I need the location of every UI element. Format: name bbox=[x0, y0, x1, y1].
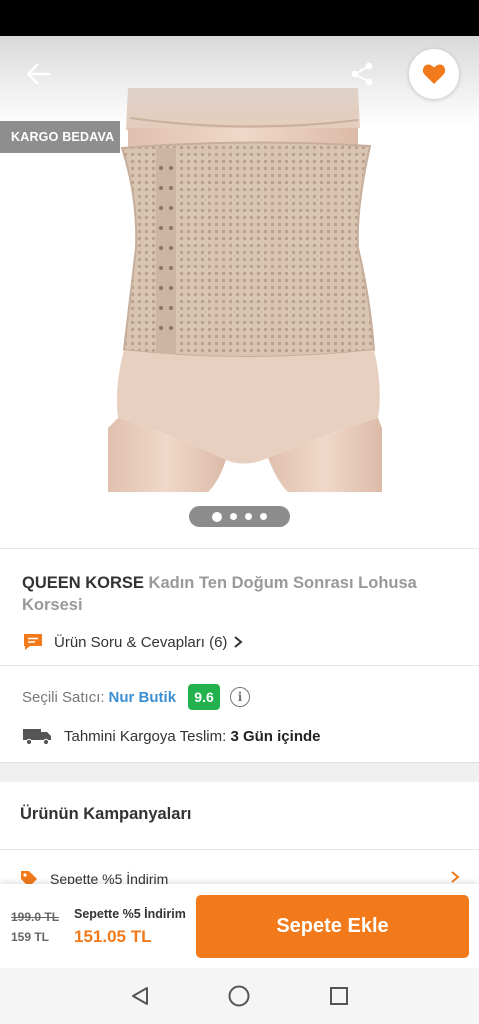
shipping-value: 3 Gün içinde bbox=[230, 727, 321, 745]
chat-icon bbox=[24, 634, 42, 650]
chevron-right-icon bbox=[234, 636, 243, 648]
add-to-cart-button[interactable]: Sepete Ekle bbox=[196, 895, 469, 958]
qa-label: Ürün Soru & Cevapları (6) bbox=[54, 633, 228, 651]
pagination-dot[interactable] bbox=[230, 513, 237, 520]
info-icon[interactable]: i bbox=[230, 687, 251, 707]
pagination-dot[interactable] bbox=[212, 511, 222, 522]
share-button[interactable] bbox=[342, 56, 382, 92]
current-price: 159 TL bbox=[11, 930, 50, 944]
back-button[interactable] bbox=[18, 56, 58, 92]
shipping-label: Tahmini Kargoya Teslim: bbox=[64, 727, 227, 745]
nav-home-button[interactable] bbox=[219, 976, 259, 1016]
status-bar bbox=[0, 0, 479, 36]
pagination-dot[interactable] bbox=[260, 513, 267, 520]
seller-info: Seçili Satıcı: Nur Butik 9.6 i bbox=[22, 684, 251, 710]
seller-label: Seçili Satıcı: bbox=[22, 688, 105, 706]
divider bbox=[0, 849, 479, 850]
original-price: 199.0 TL bbox=[11, 910, 60, 924]
favorite-button[interactable] bbox=[409, 49, 459, 99]
shipping-estimate: Tahmini Kargoya Teslim: 3 Gün içinde bbox=[22, 724, 320, 748]
truck-icon bbox=[23, 729, 51, 746]
campaigns-title: Ürünün Kampanyaları bbox=[20, 805, 192, 823]
discount-label: Sepette %5 İndirim bbox=[74, 907, 186, 921]
product-title: QUEEN KORSE Kadın Ten Doğum Sonrası Lohu… bbox=[22, 572, 462, 616]
system-nav-bar bbox=[0, 968, 479, 1024]
divider bbox=[0, 665, 479, 666]
product-qa-link[interactable]: Ürün Soru & Cevapları (6) bbox=[22, 630, 243, 654]
bottom-purchase-bar: 199.0 TL 159 TL Sepette %5 İndirim 151.0… bbox=[0, 884, 479, 968]
pagination-dot[interactable] bbox=[245, 513, 252, 520]
chevron-right-icon bbox=[451, 871, 460, 883]
product-photo[interactable] bbox=[108, 88, 382, 492]
share-icon bbox=[351, 62, 373, 86]
image-pagination[interactable] bbox=[189, 506, 290, 527]
hero-top-gradient bbox=[0, 36, 479, 126]
seller-score-badge: 9.6 bbox=[188, 684, 221, 710]
shipping-text: Tahmini Kargoya Teslim: 3 Gün içinde bbox=[64, 728, 320, 745]
nav-recents-button[interactable] bbox=[319, 976, 359, 1016]
section-separator bbox=[0, 762, 479, 782]
product-image-gallery[interactable]: KARGO BEDAVA bbox=[0, 36, 479, 546]
free-shipping-badge: KARGO BEDAVA bbox=[0, 121, 120, 153]
product-brand[interactable]: QUEEN KORSE bbox=[22, 574, 144, 592]
divider bbox=[0, 548, 479, 549]
triangle-back-icon bbox=[131, 987, 148, 1005]
circle-home-icon bbox=[228, 985, 250, 1007]
arrow-left-icon bbox=[26, 63, 51, 85]
discounted-price: 151.05 TL bbox=[74, 927, 152, 946]
seller-name-link[interactable]: Nur Butik bbox=[109, 689, 177, 706]
nav-back-button[interactable] bbox=[120, 976, 160, 1016]
square-recents-icon bbox=[330, 987, 349, 1005]
heart-icon bbox=[422, 64, 446, 84]
